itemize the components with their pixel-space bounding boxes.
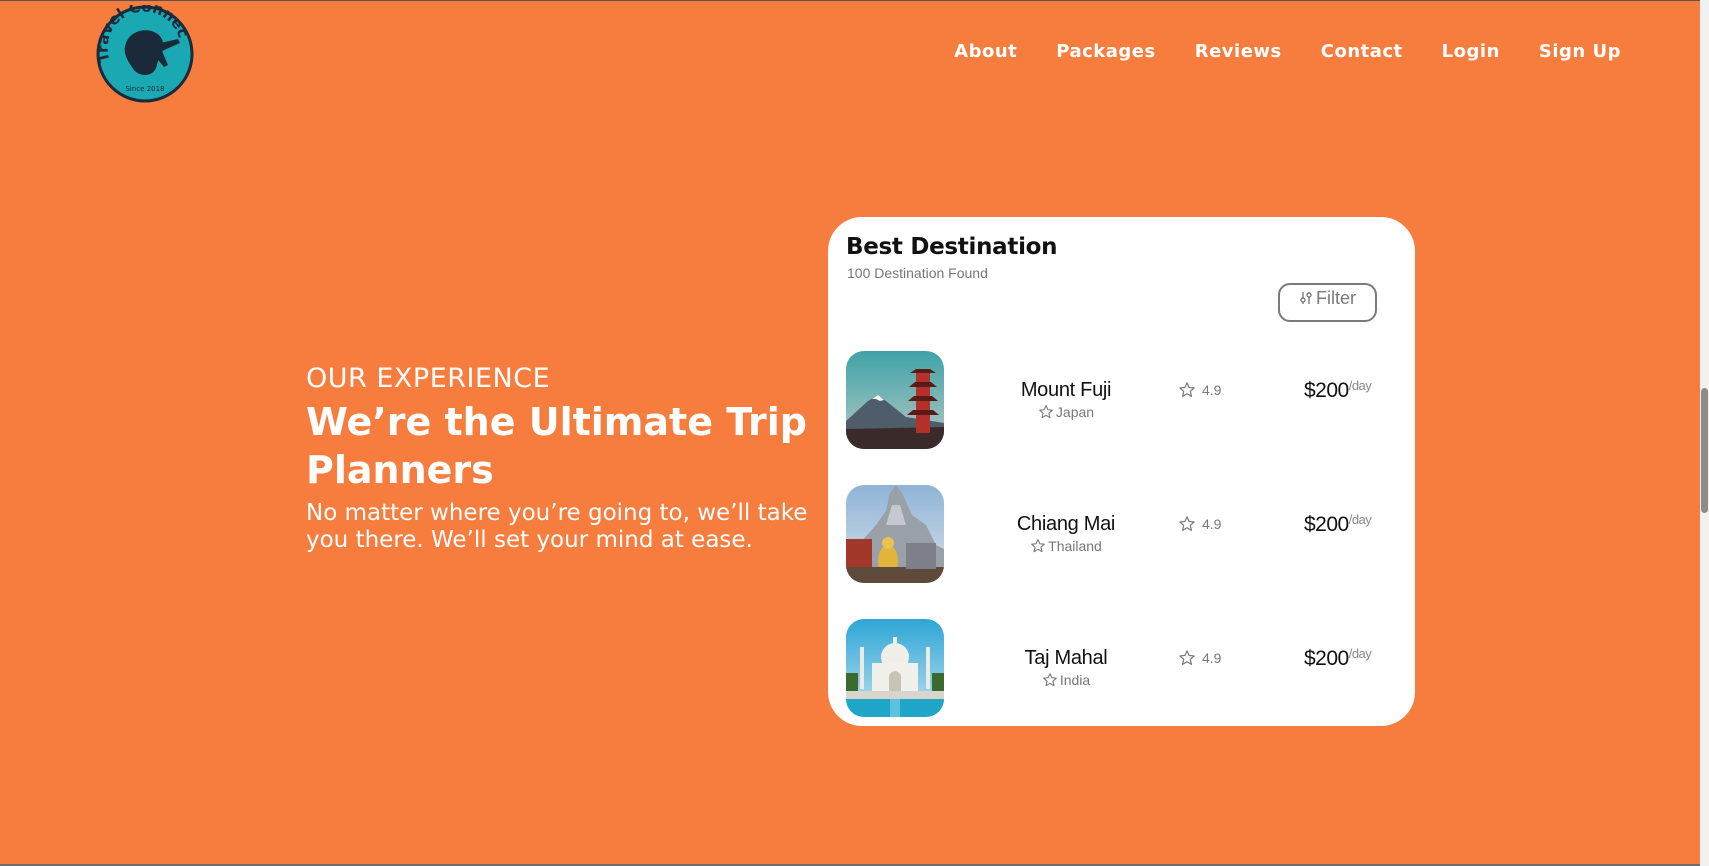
star-icon [1179,650,1195,665]
destination-row[interactable]: Taj Mahal India 4.9 $200/day [846,619,1398,719]
country-label: India [1059,672,1091,688]
hero-headline: We’re the Ultimate Trip Planners [306,400,807,492]
country-label: Thailand [1048,538,1102,554]
vertical-scrollbar[interactable] [1700,0,1709,866]
destination-country: India [996,672,1136,688]
price-unit: /day [1348,378,1372,393]
best-destination-card: Best Destination 100 Destination Found F… [828,217,1415,726]
card-title: Best Destination [846,234,1058,260]
hero-section: OUR EXPERIENCE We’re the Ultimate Trip P… [306,362,826,554]
sliders-icon [1300,292,1312,304]
price-value: $200 [1304,647,1349,670]
price: $200/day [1304,378,1372,403]
rating-value: 4.9 [1202,382,1222,398]
nav-contact[interactable]: Contact [1321,41,1403,62]
rating: 4.9 [1178,381,1221,399]
nav-packages[interactable]: Packages [1056,41,1155,62]
rating: 4.9 [1178,515,1221,533]
star-icon [1042,673,1057,687]
nav-reviews[interactable]: Reviews [1195,41,1282,62]
price: $200/day [1304,512,1372,537]
destination-row[interactable]: Chiang Mai Thailand 4.9 $200/day [846,485,1398,585]
mount-fuji-image [846,351,944,449]
star-icon [1179,382,1195,397]
nav-about[interactable]: About [954,41,1017,62]
filter-label: Filter [1316,288,1356,308]
price-value: $200 [1304,513,1349,536]
destination-name: Chiang Mai [1016,513,1116,535]
hero-eyebrow: OUR EXPERIENCE [306,363,551,394]
destination-name: Taj Mahal [1024,647,1108,669]
price-unit: /day [1348,512,1372,527]
price-unit: /day [1348,646,1372,661]
destination-name: Mount Fuji [1020,379,1112,401]
nav-sign-up[interactable]: Sign Up [1539,41,1621,62]
price-value: $200 [1304,379,1349,402]
nav-login[interactable]: Login [1442,41,1500,62]
main-nav: About Packages Reviews Contact Login Sig… [915,41,1621,62]
hero-subtext: No matter where you’re going to, we’ll t… [306,500,808,553]
page: Travel Connect Since 2018 About Packages… [0,0,1700,866]
chiang-mai-image [846,485,944,583]
star-icon [1179,516,1195,531]
rating-value: 4.9 [1202,516,1222,532]
card-subtitle: 100 Destination Found [847,265,988,281]
rating: 4.9 [1178,649,1221,667]
scrollbar-thumb[interactable] [1701,388,1708,513]
rating-value: 4.9 [1202,650,1222,666]
filter-button[interactable]: Filter [1278,283,1377,322]
price: $200/day [1304,646,1372,671]
travel-connect-logo[interactable]: Travel Connect Since 2018 [92,0,194,103]
taj-mahal-image [846,619,944,717]
star-icon [1031,539,1046,553]
star-icon [1039,405,1053,419]
logo-since: Since 2018 [125,85,164,93]
country-label: Japan [1055,404,1095,420]
destination-country: Japan [996,404,1136,420]
destination-country: Thailand [996,538,1136,554]
destination-row[interactable]: Mount Fuji Japan 4.9 $200/day [846,351,1398,451]
